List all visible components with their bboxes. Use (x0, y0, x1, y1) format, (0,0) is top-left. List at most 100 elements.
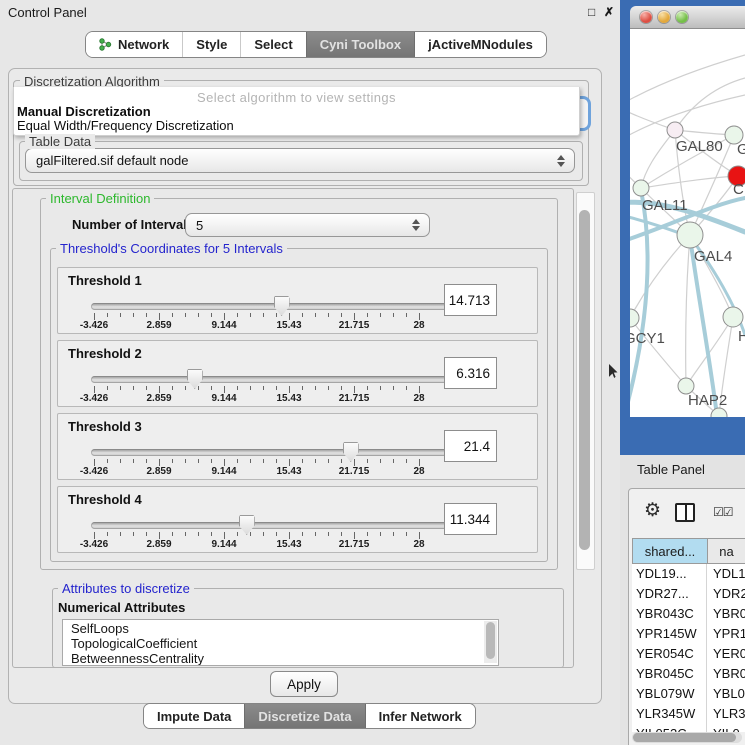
table-row[interactable]: YBR045CYBR0 (632, 664, 745, 684)
tab-label: Select (254, 37, 292, 52)
list-item[interactable]: TopologicalCoefficient (63, 635, 498, 650)
apply-button[interactable]: Apply (270, 671, 338, 697)
tick-label: 9.144 (211, 393, 236, 404)
table-row[interactable]: YBL079WYBL0 (632, 684, 745, 704)
tick-label: 9.144 (211, 320, 236, 331)
network-edge[interactable] (641, 130, 675, 188)
network-canvas[interactable]: GAL80GACGAL11GAL4GCY1HHAP2 (630, 29, 745, 417)
table-header-na[interactable]: na (707, 538, 745, 564)
vertical-scrollbar[interactable] (576, 192, 595, 570)
tick-label: 28 (413, 393, 424, 404)
option-equal-width-frequency[interactable]: Equal Width/Frequency Discretization (17, 118, 234, 133)
list-scrollbar[interactable] (484, 621, 497, 663)
table-cell: YBL079W (632, 684, 707, 704)
table-cell: YBR0 (707, 604, 745, 624)
close-traffic-light[interactable] (640, 11, 652, 23)
float-window-icon[interactable]: □ (588, 6, 595, 18)
slider-track[interactable] (91, 522, 447, 529)
tick-label: 2.859 (146, 539, 171, 550)
tab-discretize-data[interactable]: Discretize Data (244, 704, 364, 728)
numerical-attributes-list[interactable]: SelfLoopsTopologicalCoefficientBetweenne… (62, 619, 499, 666)
spinner-arrows-icon (557, 155, 565, 167)
node-label: H (738, 328, 745, 345)
tab-label: Impute Data (157, 709, 231, 724)
threshold-value-field[interactable]: 11.344 (444, 503, 497, 535)
zoom-traffic-light[interactable] (676, 11, 688, 23)
tick-label: -3.426 (80, 539, 108, 550)
table-cell: YLR345W (632, 704, 707, 724)
table-row[interactable]: YBR043CYBR0 (632, 604, 745, 624)
tick-label: 15.43 (276, 466, 301, 477)
numerical-attributes-label: Numerical Attributes (58, 600, 185, 615)
slider-tick-labels: -3.4262.8599.14415.4321.71528 (58, 393, 537, 405)
screen: Control Panel □ ✗ NetworkStyleSelectCyni… (0, 0, 745, 745)
threshold-label: Threshold 3 (68, 419, 142, 434)
table-row[interactable]: YPR145WYPR1 (632, 624, 745, 644)
tab-infer-network[interactable]: Infer Network (365, 704, 475, 728)
slider-track[interactable] (91, 303, 447, 310)
table-row[interactable]: YER054CYER0 (632, 644, 745, 664)
threshold-panel-3: Threshold 3-3.4262.8599.14415.4321.71528… (57, 413, 538, 480)
tab-jactivemnodules[interactable]: jActiveMNodules (414, 32, 546, 57)
mouse-cursor (609, 364, 619, 378)
tab-cyni-toolbox[interactable]: Cyni Toolbox (306, 32, 414, 57)
close-window-icon[interactable]: ✗ (604, 6, 614, 18)
network-window-titlebar[interactable] (630, 6, 745, 29)
table-row[interactable]: YDR27...YDR2 (632, 584, 745, 604)
tick-label: 2.859 (146, 393, 171, 404)
tick-label: -3.426 (80, 320, 108, 331)
slider-track[interactable] (91, 449, 447, 456)
minimize-traffic-light[interactable] (658, 11, 670, 23)
check-columns-icon[interactable]: ☑☑ (713, 505, 733, 519)
table-panel-title: Table Panel (637, 462, 705, 477)
list-scrollbar-thumb[interactable] (486, 622, 495, 659)
table-cell: YIL0 (707, 724, 745, 732)
network-node-gcy1[interactable] (630, 309, 639, 327)
node-label: GCY1 (630, 330, 665, 347)
network-node[interactable] (711, 408, 727, 417)
tab-select[interactable]: Select (240, 32, 305, 57)
threshold-value-field[interactable]: 21.4 (444, 430, 497, 462)
network-node-gal80[interactable] (667, 122, 683, 138)
algorithm-placeholder: Select algorithm to view settings (14, 90, 579, 105)
table-row[interactable]: YIL052CYIL0 (632, 724, 745, 732)
option-manual-discretization[interactable]: Manual Discretization (17, 104, 151, 119)
table-data-combo[interactable]: galFiltered.sif default node (25, 148, 575, 173)
network-edge[interactable] (641, 176, 738, 188)
table-row[interactable]: YDL19...YDL1 (632, 564, 745, 584)
network-node-h[interactable] (723, 307, 743, 327)
table-data-label: Table Data (25, 134, 95, 149)
network-edge[interactable] (686, 235, 690, 386)
tick-label: -3.426 (80, 393, 108, 404)
threshold-value-field[interactable]: 6.316 (444, 357, 497, 389)
thresholds-container: Threshold 1 -3.4262.8599.14415.4321.71528… (57, 267, 538, 560)
network-edge[interactable] (630, 235, 690, 318)
tab-network[interactable]: Network (86, 32, 182, 57)
columns-icon[interactable] (675, 503, 695, 522)
table-header-shared-[interactable]: shared... (632, 538, 707, 564)
table-data-combo-value: galFiltered.sif default node (36, 153, 188, 168)
network-node-gal4[interactable] (677, 222, 703, 248)
list-item[interactable]: BetweennessCentrality (63, 650, 498, 665)
tick-label: 28 (413, 539, 424, 550)
number-of-intervals-label: Number of Intervals (72, 217, 194, 232)
slider-track[interactable] (91, 376, 447, 383)
vertical-scrollbar-thumb[interactable] (579, 210, 590, 550)
node-label: C (733, 181, 744, 198)
horizontal-scrollbar-thumb[interactable] (633, 733, 736, 742)
gear-icon[interactable]: ⚙ (644, 501, 661, 520)
list-item[interactable]: SelfLoops (63, 620, 498, 635)
node-label: HAP2 (688, 392, 727, 409)
slider-tick-labels: -3.4262.8599.14415.4321.71528 (58, 320, 537, 332)
threshold-label: Threshold 1 (68, 273, 142, 288)
number-of-intervals-combo[interactable]: 5 (185, 213, 430, 237)
tab-style[interactable]: Style (182, 32, 240, 57)
threshold-value-field[interactable]: 14.713 (444, 284, 497, 316)
tab-impute-data[interactable]: Impute Data (144, 704, 244, 728)
network-node-gal11[interactable] (633, 180, 649, 196)
table-row[interactable]: YLR345WYLR3 (632, 704, 745, 724)
network-edge[interactable] (630, 55, 745, 105)
table-cell: YLR3 (707, 704, 745, 724)
node-label: GAL11 (642, 197, 688, 214)
horizontal-scrollbar[interactable] (632, 732, 742, 743)
